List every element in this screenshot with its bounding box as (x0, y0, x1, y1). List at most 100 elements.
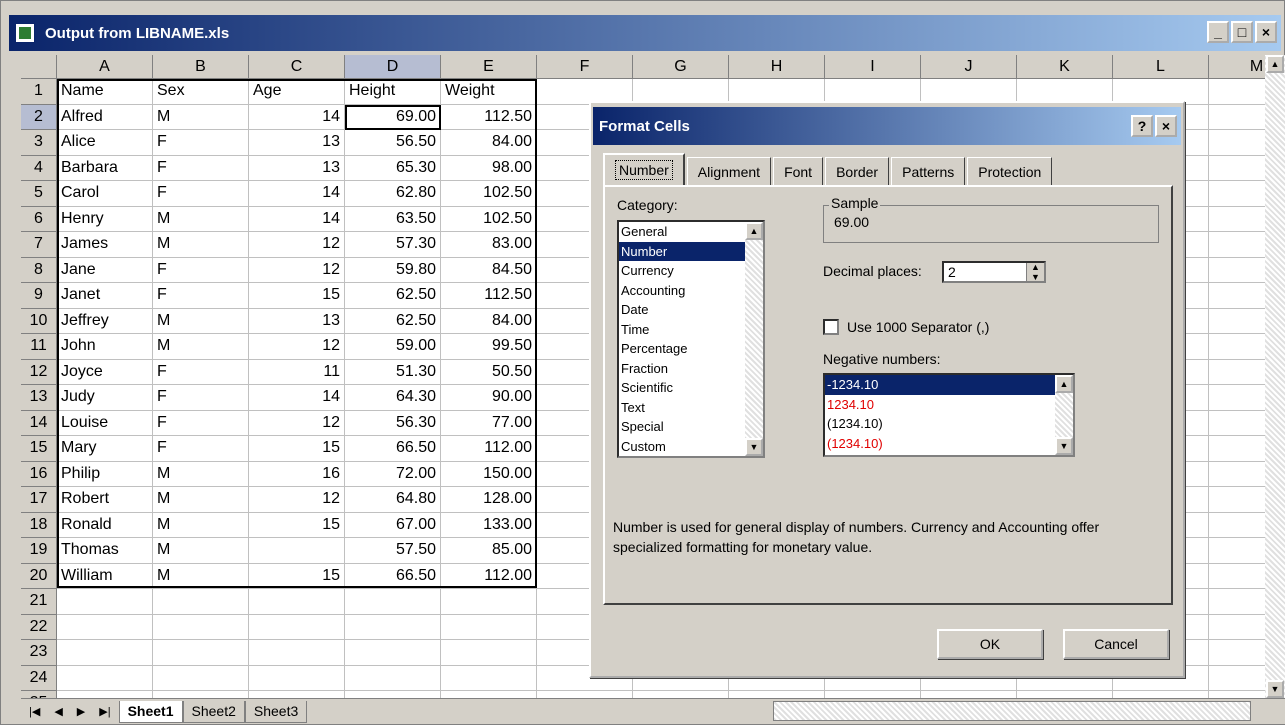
scroll-up-button[interactable]: ▲ (1055, 375, 1073, 393)
grid-cell[interactable]: 56.30 (345, 410, 441, 436)
grid-cell[interactable] (249, 640, 345, 666)
grid-cell[interactable] (345, 614, 441, 640)
grid-cell[interactable] (825, 691, 921, 698)
grid-cell[interactable]: 66.50 (345, 436, 441, 462)
window-titlebar[interactable]: Output from LIBNAME.xls _ □ × (9, 15, 1281, 51)
column-header[interactable]: I (825, 55, 921, 79)
grid-cell[interactable]: 66.50 (345, 563, 441, 589)
row-header[interactable]: 11 (21, 334, 57, 360)
grid-cell[interactable]: Janet (57, 283, 153, 309)
grid-cell[interactable]: Ronald (57, 512, 153, 538)
grid-cell[interactable]: 69.00 (345, 104, 441, 130)
column-header[interactable]: C (249, 55, 345, 79)
column-header[interactable]: G (633, 55, 729, 79)
row-header[interactable]: 3 (21, 130, 57, 156)
grid-cell[interactable]: 50.50 (441, 359, 537, 385)
category-option[interactable]: Fraction (619, 359, 763, 379)
grid-cell[interactable] (345, 691, 441, 698)
grid-cell[interactable]: 14 (249, 385, 345, 411)
row-header[interactable]: 24 (21, 665, 57, 691)
grid-cell[interactable]: 59.00 (345, 334, 441, 360)
help-button[interactable]: ? (1131, 115, 1153, 137)
grid-cell[interactable] (153, 589, 249, 615)
grid-cell[interactable]: James (57, 232, 153, 258)
grid-cell[interactable]: M (153, 104, 249, 130)
scroll-up-button[interactable]: ▲ (1266, 55, 1284, 73)
grid-cell[interactable]: 62.80 (345, 181, 441, 207)
ok-button[interactable]: OK (937, 629, 1043, 659)
category-option[interactable]: Time (619, 320, 763, 340)
grid-cell[interactable]: 14 (249, 206, 345, 232)
grid-cell[interactable]: 63.50 (345, 206, 441, 232)
grid-cell[interactable]: M (153, 232, 249, 258)
grid-cell[interactable]: Thomas (57, 538, 153, 564)
row-header[interactable]: 15 (21, 436, 57, 462)
column-header[interactable]: D (345, 55, 441, 79)
row-header[interactable]: 20 (21, 563, 57, 589)
category-option[interactable]: Custom (619, 437, 763, 457)
grid-cell[interactable]: Age (249, 79, 345, 105)
grid-cell[interactable]: Name (57, 79, 153, 105)
grid-cell[interactable]: 59.80 (345, 257, 441, 283)
dialog-close-button[interactable]: × (1155, 115, 1177, 137)
grid-cell[interactable] (57, 665, 153, 691)
row-header[interactable]: 7 (21, 232, 57, 258)
negative-format-option[interactable]: 1234.10 (825, 395, 1073, 415)
grid-cell[interactable] (633, 691, 729, 698)
grid-cell[interactable] (57, 589, 153, 615)
grid-cell[interactable]: 64.30 (345, 385, 441, 411)
row-header[interactable]: 16 (21, 461, 57, 487)
column-header[interactable]: B (153, 55, 249, 79)
category-option[interactable]: Special (619, 417, 763, 437)
grid-cell[interactable]: 62.50 (345, 283, 441, 309)
row-header[interactable]: 25 (21, 691, 57, 698)
grid-cell[interactable] (57, 640, 153, 666)
sheet-tab[interactable]: Sheet2 (182, 700, 245, 723)
grid-cell[interactable] (153, 665, 249, 691)
grid-cell[interactable]: Weight (441, 79, 537, 105)
grid-cell[interactable] (1113, 691, 1209, 698)
grid-cell[interactable]: F (153, 359, 249, 385)
grid-cell[interactable]: Sex (153, 79, 249, 105)
sheet-tab[interactable]: Sheet1 (118, 700, 183, 723)
grid-cell[interactable]: 99.50 (441, 334, 537, 360)
grid-cell[interactable]: F (153, 181, 249, 207)
grid-cell[interactable] (249, 665, 345, 691)
grid-cell[interactable]: F (153, 410, 249, 436)
grid-cell[interactable] (249, 538, 345, 564)
grid-cell[interactable]: John (57, 334, 153, 360)
grid-cell[interactable]: M (153, 512, 249, 538)
row-header[interactable]: 6 (21, 206, 57, 232)
grid-cell[interactable] (729, 691, 825, 698)
grid-cell[interactable]: Carol (57, 181, 153, 207)
select-all-corner[interactable] (21, 55, 57, 79)
grid-cell[interactable] (345, 640, 441, 666)
grid-cell[interactable] (249, 589, 345, 615)
separator-checkbox[interactable] (823, 319, 839, 335)
spinner-arrows-icon[interactable]: ▲ ▼ (1026, 262, 1044, 282)
column-header[interactable]: E (441, 55, 537, 79)
next-sheet-button[interactable]: ▶ (77, 705, 85, 718)
grid-cell[interactable]: 102.50 (441, 181, 537, 207)
grid-cell[interactable]: 13 (249, 155, 345, 181)
grid-cell[interactable] (57, 614, 153, 640)
row-header[interactable]: 21 (21, 589, 57, 615)
grid-cell[interactable]: 112.50 (441, 104, 537, 130)
grid-cell[interactable]: 65.30 (345, 155, 441, 181)
grid-cell[interactable]: Judy (57, 385, 153, 411)
grid-cell[interactable]: 84.50 (441, 257, 537, 283)
grid-cell[interactable] (441, 640, 537, 666)
close-button[interactable]: × (1255, 21, 1277, 43)
grid-cell[interactable] (153, 614, 249, 640)
column-header[interactable]: A (57, 55, 153, 79)
row-header[interactable]: 22 (21, 614, 57, 640)
row-header[interactable]: 18 (21, 512, 57, 538)
grid-cell[interactable] (153, 691, 249, 698)
scroll-down-button[interactable]: ▼ (1266, 680, 1284, 698)
row-header[interactable]: 13 (21, 385, 57, 411)
row-header[interactable]: 8 (21, 257, 57, 283)
grid-cell[interactable]: M (153, 334, 249, 360)
column-header[interactable]: H (729, 55, 825, 79)
grid-cell[interactable]: M (153, 563, 249, 589)
grid-cell[interactable]: 14 (249, 104, 345, 130)
